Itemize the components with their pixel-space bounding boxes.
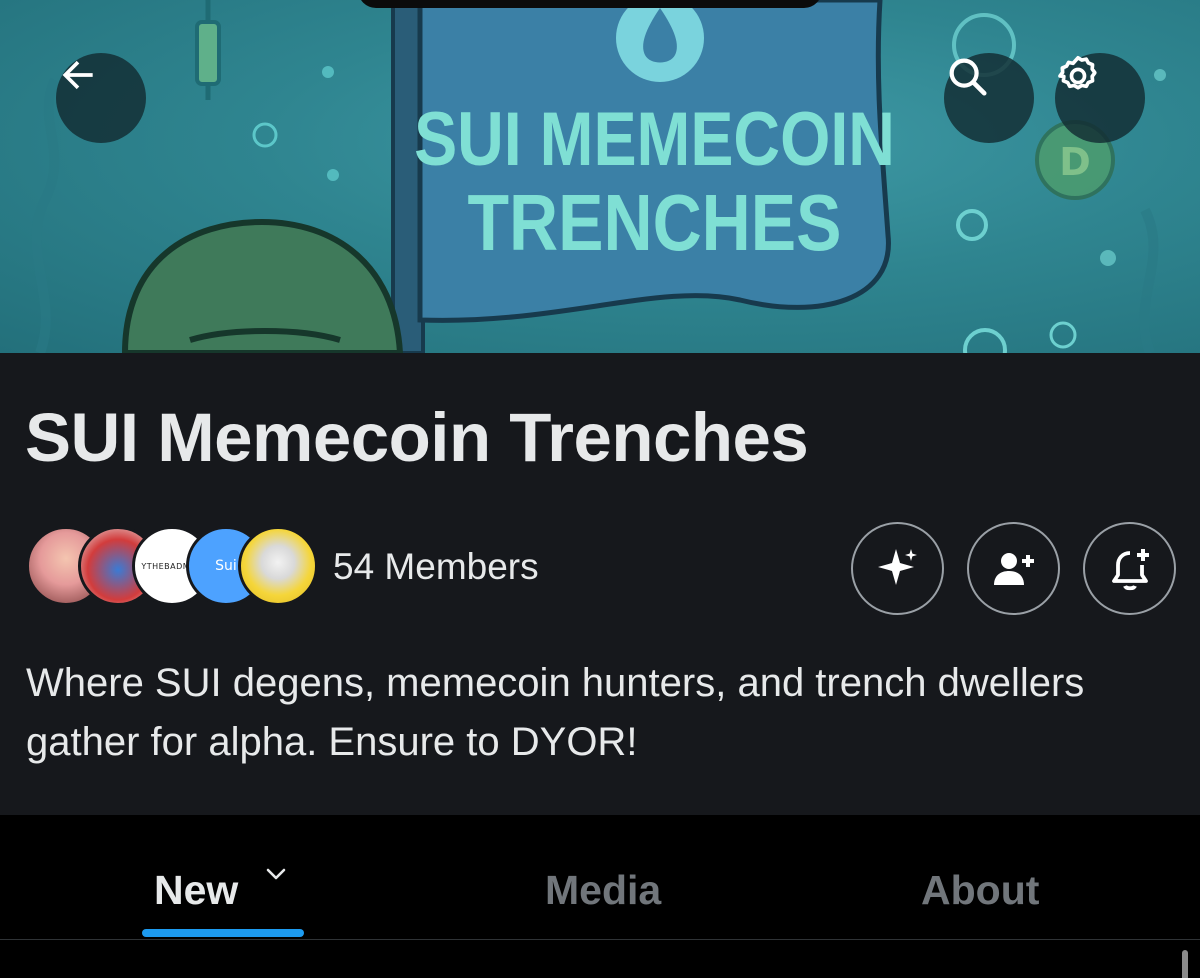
chevron-down-icon[interactable] [264,862,288,886]
tab-media[interactable]: Media [545,867,661,914]
community-description: Where SUI degens, memecoin hunters, and … [26,661,1085,764]
flag-text-line2: TRENCHES [468,178,842,267]
flag-text-line1: SUI MEMECOIN [414,96,895,181]
sui-logo-label: Sui [215,558,237,574]
banner-artwork: D SUI MEMECOIN TRENCHES [31,0,1166,353]
community-banner: D SUI MEMECOIN TRENCHES [0,0,1200,353]
search-button[interactable] [944,53,1034,143]
join-community-button[interactable] [967,522,1060,615]
scrollbar[interactable] [1182,950,1188,978]
notifications-button[interactable] [1083,522,1176,615]
device-notch [358,0,822,8]
sparkle-icon [877,548,917,585]
community-tabs: New Media About [0,815,1200,940]
bell-add-icon [1111,548,1149,590]
tab-about[interactable]: About [921,867,1039,914]
tab-new[interactable]: New [154,867,238,914]
person-add-icon [993,552,1034,585]
active-tab-indicator [142,929,304,937]
back-button[interactable] [56,53,146,143]
settings-button[interactable] [1055,53,1145,143]
arrow-left-icon [62,60,93,90]
skull-character-avatar [238,526,318,606]
members-count[interactable]: 54 Members [333,546,539,588]
grok-summary-button[interactable] [851,522,944,615]
community-title: SUI Memecoin Trenches [25,399,809,476]
gear-icon [1058,55,1097,90]
search-icon [949,58,987,96]
member-avatars[interactable]: YTHEBADMAN Sui [26,526,318,610]
coin-letter: D [1059,140,1091,184]
